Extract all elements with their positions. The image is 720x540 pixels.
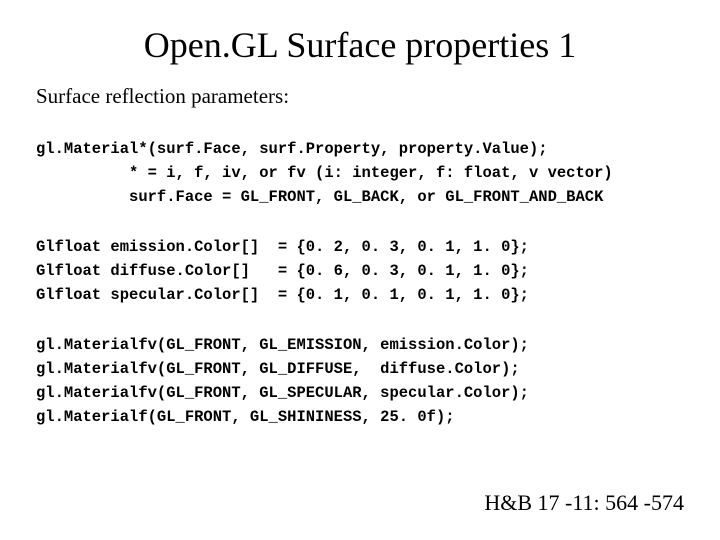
code-block-1: gl.Material*(surf.Face, surf.Property, p… <box>36 137 684 209</box>
spacer <box>36 307 684 333</box>
spacer <box>36 209 684 235</box>
slide: Open.GL Surface properties 1 Surface ref… <box>0 0 720 540</box>
code-block-3: gl.Materialfv(GL_FRONT, GL_EMISSION, emi… <box>36 333 684 429</box>
slide-title: Open.GL Surface properties 1 <box>36 24 684 66</box>
footer-reference: H&B 17 -11: 564 -574 <box>484 490 684 516</box>
slide-subtitle: Surface reflection parameters: <box>36 84 684 109</box>
code-block-2: Glfloat emission.Color[] = {0. 2, 0. 3, … <box>36 235 684 307</box>
